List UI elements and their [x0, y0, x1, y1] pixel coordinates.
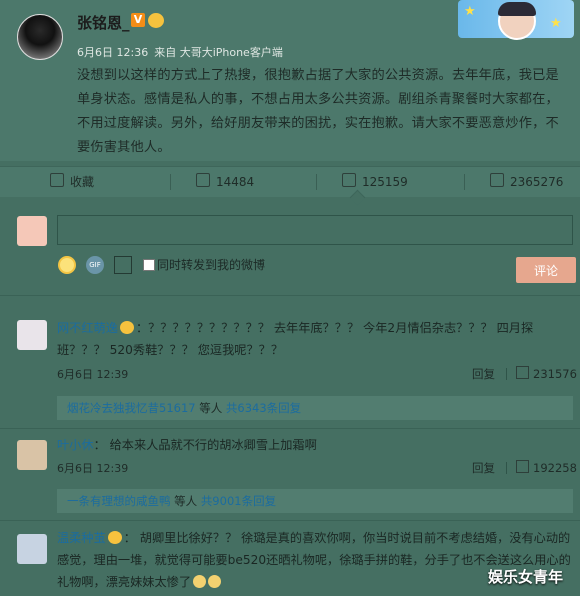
star-icon: ★ — [550, 16, 562, 31]
member-badge-icon — [148, 13, 164, 28]
commenter-name[interactable]: 叶小休 — [57, 438, 94, 452]
thumbs-up-icon — [490, 173, 504, 187]
comment-text: ： 给本来人品就不行的胡冰卿雪上加霜啊 — [93, 438, 317, 452]
image-icon[interactable] — [114, 256, 132, 274]
commenter-name[interactable]: 网不红萌逸 — [57, 321, 118, 335]
commenter-avatar[interactable] — [17, 534, 47, 564]
comment-time: 6月6日 12:39 — [57, 462, 129, 475]
forward-label: 同时转发到我的微博 — [157, 258, 266, 272]
comment-button[interactable]: 125159 — [342, 167, 408, 197]
divider — [0, 295, 580, 296]
post-meta: 6月6日 12:36 来自 大哥大iPhone客户端 — [77, 44, 289, 60]
reply-summary[interactable]: 一条有理想的咸鱼鸭 等人 共9001条回复 — [57, 489, 573, 513]
divider — [0, 428, 580, 429]
divider — [506, 462, 507, 474]
current-user-avatar — [17, 216, 47, 246]
divider — [506, 368, 507, 380]
repost-button[interactable]: 14484 — [196, 167, 254, 197]
author-name[interactable]: 张铭恩_ — [77, 12, 130, 33]
submit-comment-button[interactable]: 评论 — [516, 257, 576, 283]
post-date[interactable]: 6月6日 12:36 — [77, 46, 148, 59]
verified-v-icon: V — [131, 13, 145, 27]
thumbs-up-icon — [516, 460, 529, 473]
post-body: 没想到以这样的方式上了热搜，很抱歉占据了大家的公共资源。去年年底，我已是单身状态… — [77, 68, 559, 155]
thumbs-up-icon — [516, 366, 529, 379]
decoration-card: ★ ★ — [458, 0, 574, 40]
comment-item: 网不红萌逸：？？？？？？？？？？ 去年年底？？？ 今年2月情侣杂志？？？ 四月探… — [57, 317, 572, 361]
reply-button[interactable]: 回复 — [472, 460, 495, 476]
reply-user-link[interactable]: 一条有理想的咸鱼鸭 — [67, 494, 171, 508]
weibo-post: 张铭恩_ V 6月6日 12:36 来自 大哥大iPhone客户端 没想到以这样的… — [0, 0, 580, 161]
reply-button[interactable]: 回复 — [472, 366, 495, 382]
gif-icon[interactable]: GIF — [86, 256, 104, 274]
commenter-avatar[interactable] — [17, 320, 47, 350]
reply-summary[interactable]: 烟花冷去独我忆昔51617 等人 共6343条回复 — [57, 396, 573, 420]
comment-input[interactable] — [57, 215, 573, 245]
commenter-avatar[interactable] — [17, 440, 47, 470]
comment-icon — [342, 173, 356, 187]
emoji-icon — [208, 575, 222, 588]
post-actions: 收藏 14484 125159 2365276 — [0, 166, 580, 197]
comment-like-button[interactable]: 231576 — [516, 366, 577, 381]
like-button[interactable]: 2365276 — [490, 167, 563, 197]
comment-time: 6月6日 12:39 — [57, 368, 129, 381]
divider — [464, 174, 465, 190]
divider — [316, 174, 317, 190]
emoji-icon[interactable] — [58, 256, 76, 274]
member-badge-icon — [107, 531, 122, 544]
reply-count-link[interactable]: 共6343条回复 — [226, 401, 301, 415]
reply-count-link[interactable]: 共9001条回复 — [201, 494, 276, 508]
comment-item: 叶小休： 给本来人品就不行的胡冰卿雪上加霜啊 — [57, 434, 572, 456]
commenter-name[interactable]: 温柔种茧 — [57, 531, 106, 545]
emoji-icon — [193, 575, 207, 588]
star-icon: ★ — [464, 4, 476, 19]
divider — [0, 520, 580, 521]
member-badge-icon — [119, 321, 134, 334]
forward-checkbox[interactable] — [143, 259, 155, 271]
star-outline-icon — [50, 173, 64, 187]
reply-user-link[interactable]: 烟花冷去独我忆昔51617 — [67, 401, 196, 415]
post-source: 来自 大哥大iPhone客户端 — [154, 46, 283, 59]
author-avatar[interactable] — [17, 14, 63, 60]
divider — [170, 174, 171, 190]
favorite-button[interactable]: 收藏 — [50, 167, 94, 197]
repost-icon — [196, 173, 210, 187]
watermark: 娱乐女青年 — [488, 568, 564, 586]
comment-like-button[interactable]: 192258 — [516, 460, 577, 475]
